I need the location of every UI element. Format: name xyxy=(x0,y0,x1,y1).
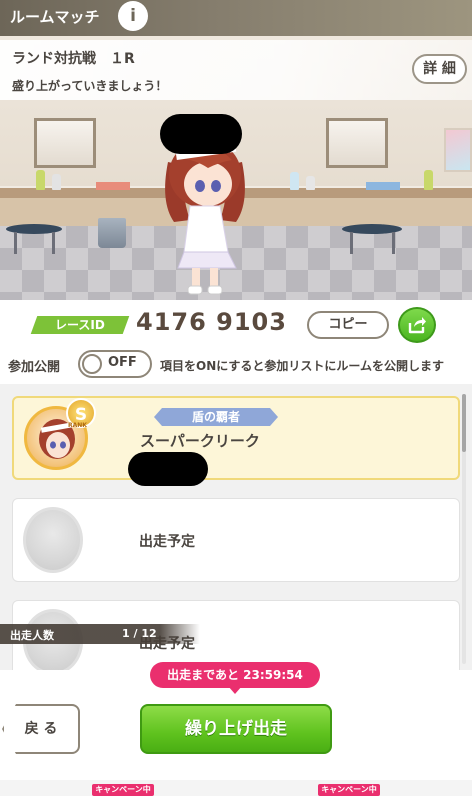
public-setting-row: 参加公開 OFF 項目をONにすると参加リストにルームを公開します xyxy=(0,348,472,382)
room-title-panel: ランド対抗戦 １R 盛り上がっていきましょう！ 詳 細 xyxy=(0,40,472,100)
screen-title: ルームマッチ xyxy=(10,8,100,26)
entrants-count: 1 / 12 xyxy=(122,627,157,640)
room-message: 盛り上がっていきましょう！ xyxy=(12,79,168,93)
details-button[interactable]: 詳 細 xyxy=(412,54,467,84)
stool-leg xyxy=(52,232,55,254)
campaign-tag: キャンペーン中 xyxy=(92,784,154,796)
public-toggle[interactable]: OFF xyxy=(78,350,152,378)
screen-header: ルームマッチ i xyxy=(0,0,472,36)
public-hint: 項目をONにすると参加リストにルームを公開します xyxy=(160,359,445,373)
campaign-tag: キャンペーン中 xyxy=(318,784,380,796)
mirror xyxy=(326,118,388,168)
share-button[interactable] xyxy=(398,307,436,343)
stool-leg xyxy=(350,232,353,254)
race-id-label-text: レースID xyxy=(55,318,105,332)
entrants-counter: 出走人数 1 / 12 xyxy=(0,624,200,644)
race-id-label: レースID xyxy=(30,316,130,334)
copy-button[interactable]: コピー xyxy=(307,311,389,339)
slot-status: 出走予定 xyxy=(139,534,195,550)
participant-slot[interactable]: 出走予定 xyxy=(12,498,460,582)
toggle-knob xyxy=(82,354,102,374)
public-label: 参加公開 xyxy=(8,360,61,375)
stool-leg xyxy=(392,232,395,254)
participant-slot[interactable]: S RANK 盾の覇者 スーパークリーク xyxy=(12,396,460,486)
empty-avatar xyxy=(23,507,83,573)
bottle xyxy=(290,172,299,190)
race-id-value: 4176 9103 xyxy=(136,308,287,336)
bottle xyxy=(424,170,433,190)
epithet-badge: 盾の覇者 xyxy=(154,408,278,426)
trash-bin xyxy=(98,218,126,248)
room-scene: ランド対抗戦 １R 盛り上がっていきましょう！ 詳 細 xyxy=(0,36,472,300)
countdown-bubble: 出走まであと 23:59:54 xyxy=(150,662,320,688)
redaction-mark xyxy=(128,452,208,486)
start-race-button[interactable]: 繰り上げ出走 xyxy=(140,704,332,754)
rank-sub-label: RANK xyxy=(68,422,87,429)
room-title: ランド対抗戦 １R xyxy=(12,51,135,67)
scrollbar-thumb[interactable] xyxy=(462,394,466,452)
back-button[interactable]: 戻 る xyxy=(2,704,80,754)
towel xyxy=(96,182,130,190)
toggle-state: OFF xyxy=(108,355,137,370)
info-icon[interactable]: i xyxy=(118,1,148,31)
stool-leg xyxy=(14,232,17,254)
share-icon xyxy=(408,317,426,334)
entrants-label: 出走人数 xyxy=(10,629,54,642)
redaction-mark xyxy=(160,114,242,154)
countdown-pointer xyxy=(228,686,242,694)
bottle xyxy=(36,170,45,190)
bottle xyxy=(52,174,61,190)
towel xyxy=(366,182,400,190)
footer-nav xyxy=(0,780,472,796)
poster xyxy=(444,128,472,172)
bottle xyxy=(306,176,315,190)
participant-name: スーパークリーク xyxy=(140,432,260,450)
mirror xyxy=(34,118,96,168)
